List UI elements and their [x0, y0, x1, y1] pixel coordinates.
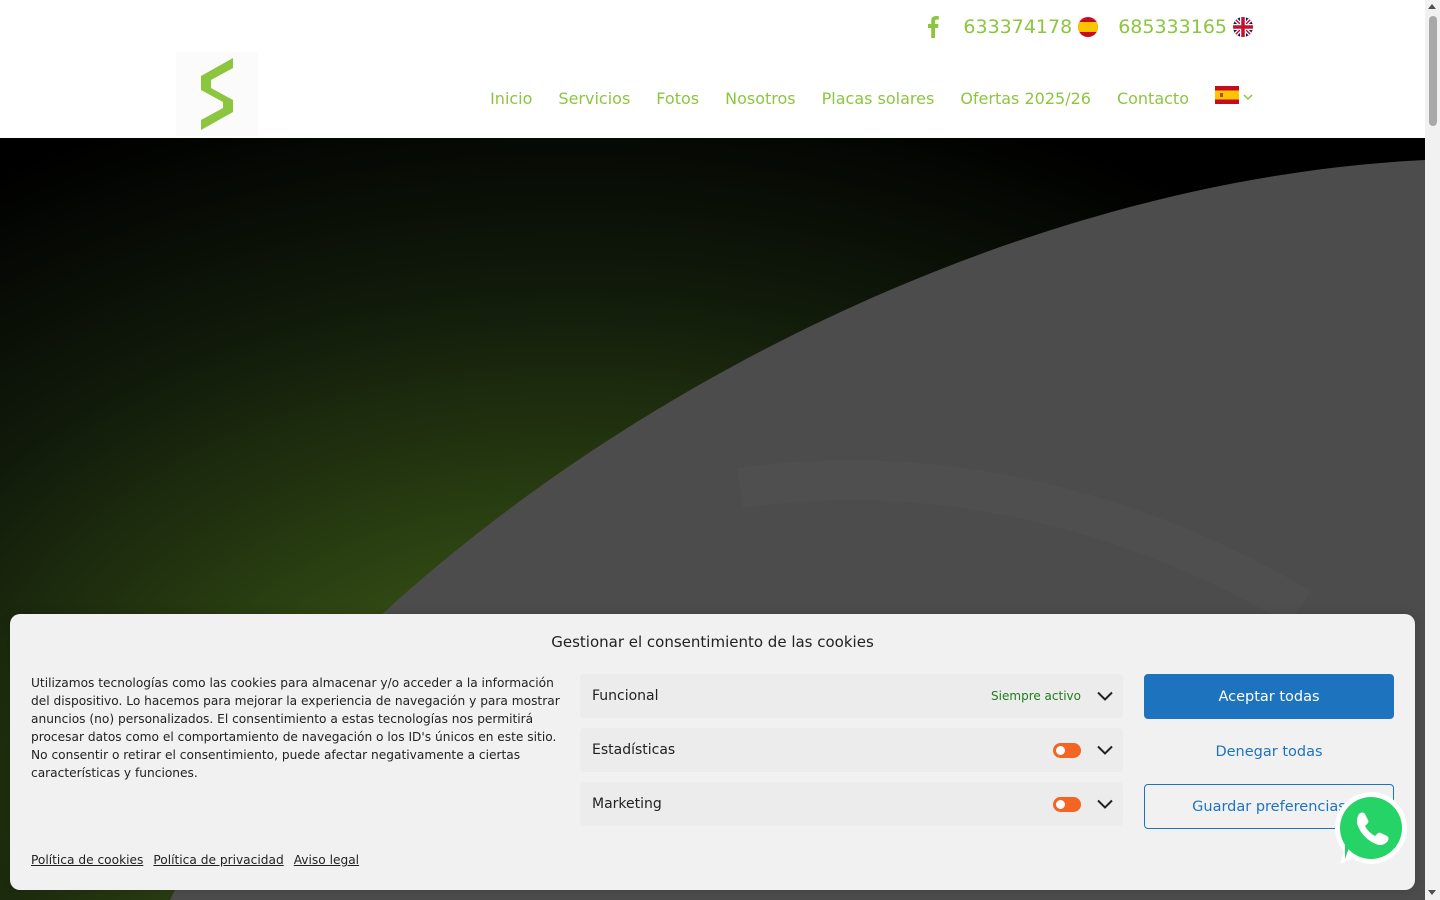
category-label: Marketing: [592, 796, 662, 812]
nav-item-fotos[interactable]: Fotos: [656, 89, 699, 108]
company-logo-s-icon[interactable]: [176, 52, 258, 136]
nav-item-servicios[interactable]: Servicios: [558, 89, 630, 108]
site-header: 633374178 685333165 Inicio Servicios Fot…: [0, 0, 1425, 138]
phone-number: 633374178: [963, 16, 1073, 38]
phone-link-uk[interactable]: 685333165: [1118, 16, 1253, 38]
cookie-category-funcional[interactable]: Funcional Siempre activo: [580, 674, 1123, 718]
cookie-title: Gestionar el consentimiento de las cooki…: [551, 633, 874, 651]
cookie-consent-dialog: Gestionar el consentimiento de las cooki…: [10, 614, 1415, 890]
nav-item-ofertas[interactable]: Ofertas 2025/26: [960, 89, 1091, 108]
main-nav: Inicio Servicios Fotos Nosotros Placas s…: [490, 86, 1253, 110]
scroll-thumb[interactable]: [1429, 16, 1437, 126]
nav-item-placas-solares[interactable]: Placas solares: [822, 89, 935, 108]
cookie-category-marketing[interactable]: Marketing: [580, 782, 1123, 826]
accept-all-button[interactable]: Aceptar todas: [1144, 674, 1394, 719]
facebook-icon[interactable]: [922, 12, 944, 42]
contact-topbar: 633374178 685333165: [922, 12, 1253, 42]
cookie-description: Utilizamos tecnologías como las cookies …: [31, 676, 560, 780]
statistics-toggle[interactable]: [1053, 742, 1081, 758]
marketing-toggle[interactable]: [1053, 796, 1081, 812]
spain-flag-icon: [1078, 17, 1099, 37]
legal-notice-link[interactable]: Aviso legal: [294, 853, 359, 867]
language-switcher[interactable]: [1215, 86, 1253, 110]
spain-flag-icon: [1215, 86, 1239, 104]
chevron-down-icon: [1243, 86, 1253, 105]
nav-item-inicio[interactable]: Inicio: [490, 89, 532, 108]
cookie-category-estadisticas[interactable]: Estadísticas: [580, 728, 1123, 772]
chevron-down-icon[interactable]: [1095, 740, 1115, 760]
category-label: Estadísticas: [592, 742, 676, 758]
chevron-down-icon[interactable]: [1095, 794, 1115, 814]
uk-flag-icon: [1233, 17, 1253, 37]
nav-item-nosotros[interactable]: Nosotros: [725, 89, 796, 108]
phone-number: 685333165: [1118, 16, 1227, 38]
always-active-status: Siempre activo: [991, 689, 1081, 703]
chevron-down-icon[interactable]: [1095, 686, 1115, 706]
nav-item-contacto[interactable]: Contacto: [1117, 89, 1189, 108]
category-label: Funcional: [592, 688, 659, 704]
scroll-down-icon[interactable]: [1428, 890, 1436, 895]
privacy-policy-link[interactable]: Política de privacidad: [153, 853, 283, 867]
cookie-policy-links: Política de cookies Política de privacid…: [31, 853, 369, 867]
page-scrollbar[interactable]: [1425, 0, 1440, 900]
deny-all-button[interactable]: Denegar todas: [1144, 729, 1394, 774]
scroll-up-icon[interactable]: [1428, 4, 1436, 9]
whatsapp-icon[interactable]: [1326, 790, 1416, 870]
phone-link-es[interactable]: 633374178: [963, 16, 1099, 38]
cookie-policy-link[interactable]: Política de cookies: [31, 853, 143, 867]
